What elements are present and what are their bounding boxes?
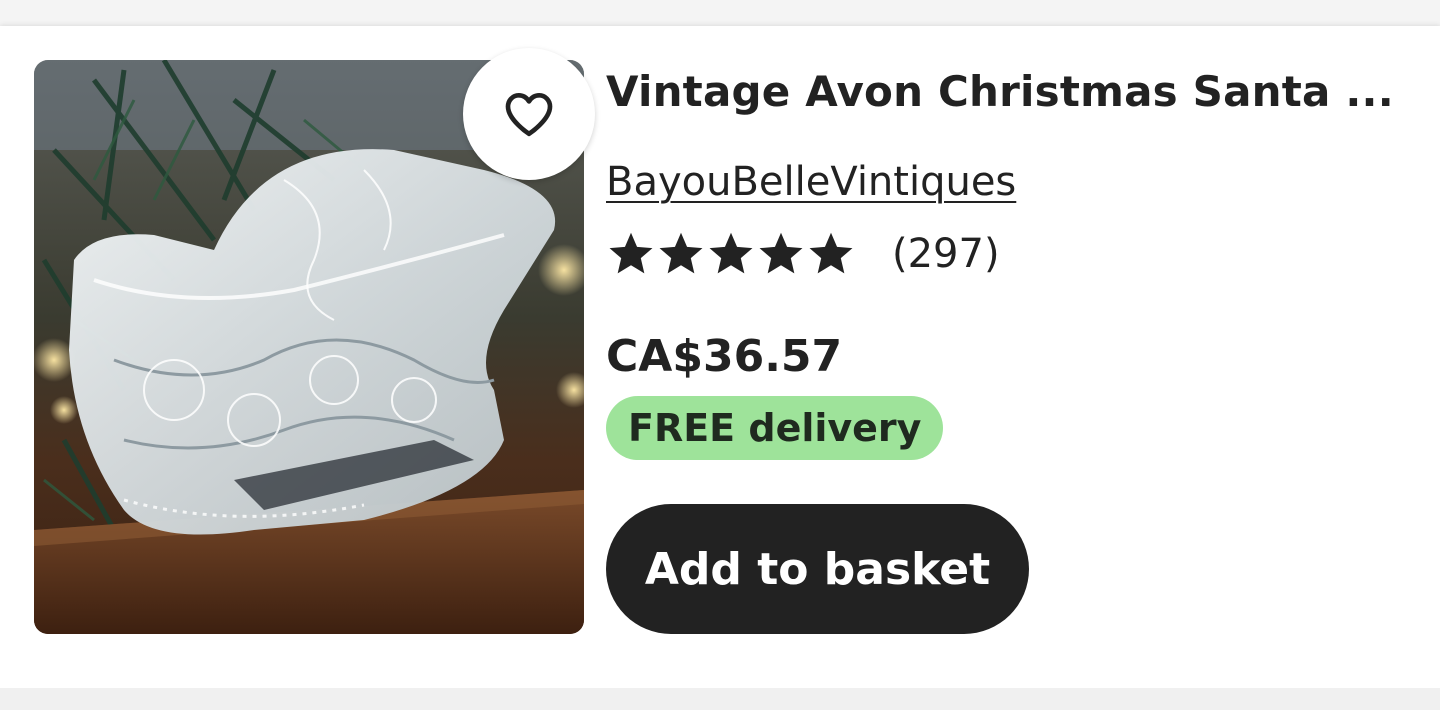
bottom-divider	[0, 688, 1440, 710]
rating: (297)	[606, 224, 1000, 284]
price: CA$36.57	[606, 331, 843, 382]
star-filled-icon	[709, 232, 753, 274]
heart-outline-icon	[505, 93, 553, 137]
listing-title[interactable]: Vintage Avon Christmas Santa ...	[606, 64, 1396, 120]
add-to-basket-button[interactable]: Add to basket	[606, 504, 1029, 634]
star-rating	[606, 229, 856, 279]
shop-name-link[interactable]: BayouBelleVintiques	[606, 154, 1016, 210]
free-delivery-badge: FREE delivery	[606, 396, 944, 460]
star-filled-icon	[659, 232, 703, 274]
favorite-button[interactable]	[463, 48, 595, 180]
star-filled-icon	[759, 232, 803, 274]
listing-card[interactable]: Vintage Avon Christmas Santa ... BayouBe…	[0, 26, 1440, 688]
star-filled-icon	[609, 232, 653, 274]
star-filled-icon	[809, 232, 853, 274]
review-count: (297)	[892, 231, 1000, 277]
top-divider	[0, 0, 1440, 26]
